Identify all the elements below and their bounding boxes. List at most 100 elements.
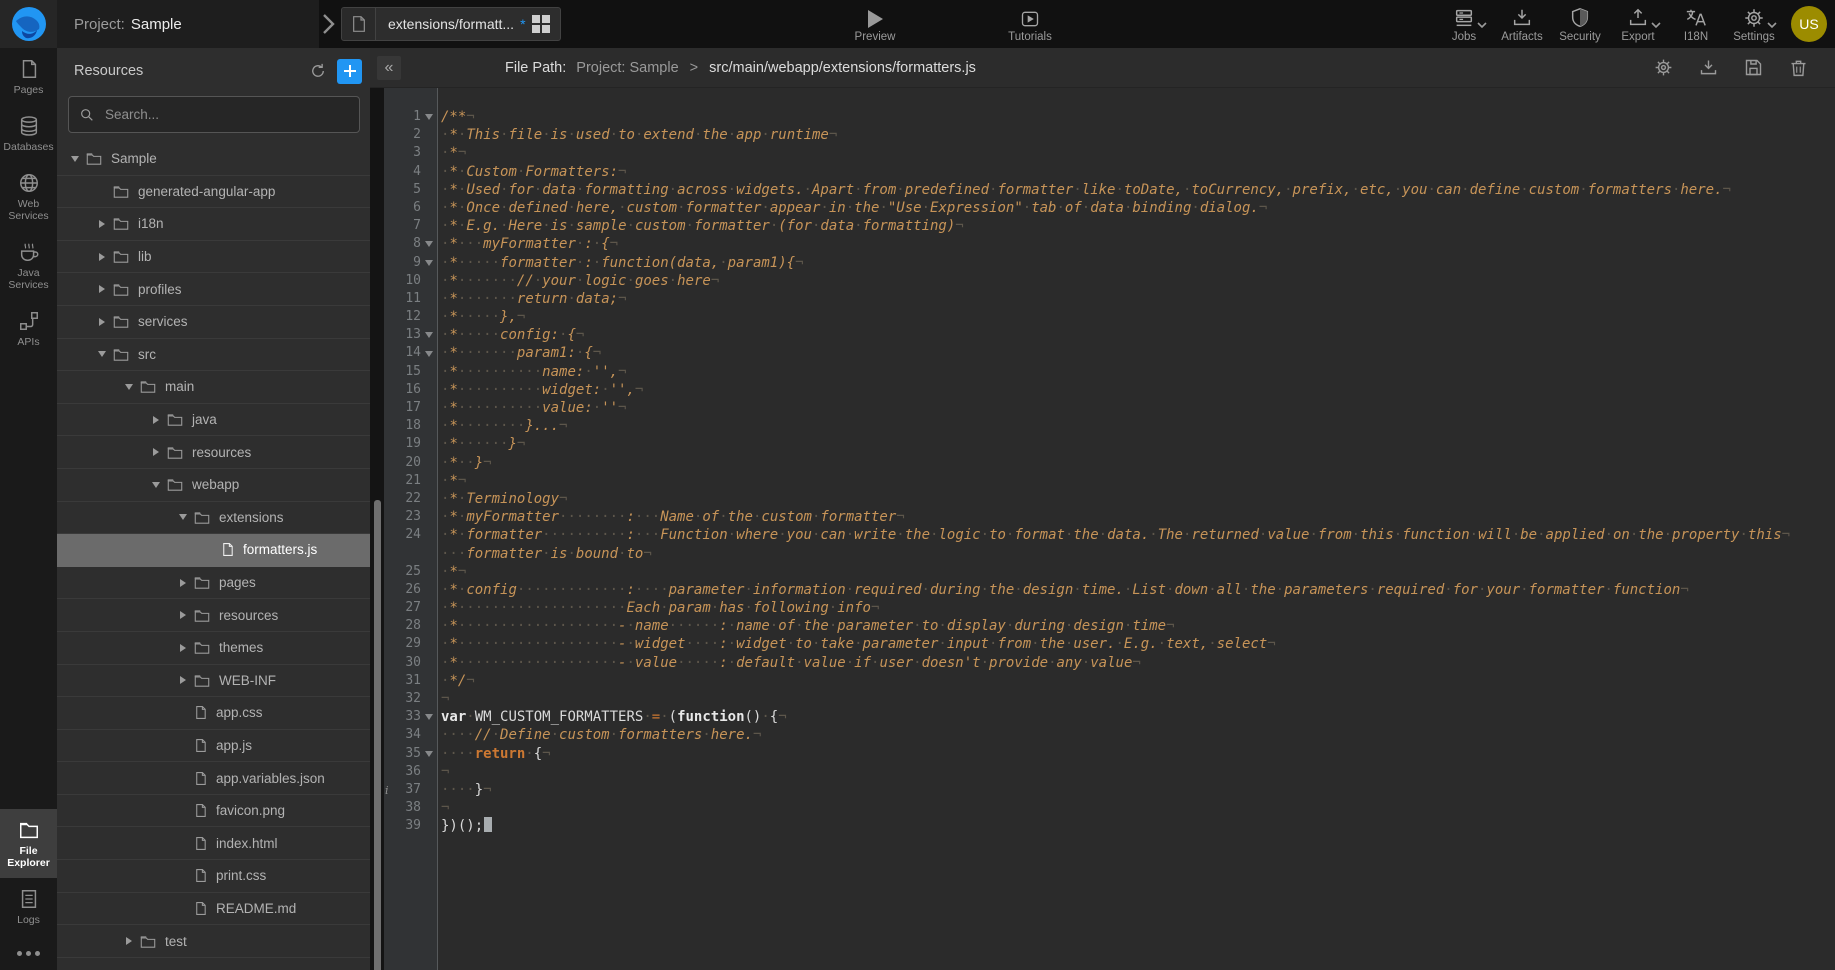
expand-arrow-icon[interactable] xyxy=(120,384,137,390)
code-line[interactable]: ·*·······return·data;¬ xyxy=(441,290,1835,308)
code-line[interactable]: ·*·Terminology¬ xyxy=(441,490,1835,508)
tree-item-formatters.js[interactable]: formatters.js xyxy=(57,534,370,567)
expand-arrow-icon[interactable] xyxy=(93,285,110,293)
topnav-tutorials[interactable]: Tutorials xyxy=(990,0,1070,48)
tree-item-resources[interactable]: resources xyxy=(57,599,370,632)
code-line[interactable]: ···formatter·is·bound·to¬ xyxy=(441,545,1835,563)
expand-arrow-icon[interactable] xyxy=(66,156,83,162)
code-line[interactable]: ·*·config·············:····parameter·inf… xyxy=(441,581,1835,599)
tree-item-profiles[interactable]: profiles xyxy=(57,273,370,306)
code-line[interactable]: ·*···myFormatter·:·{¬ xyxy=(441,235,1835,253)
tree-item-themes[interactable]: themes xyxy=(57,632,370,665)
code-line[interactable]: ·*·E.g.·Here·is·sample·custom·formatter·… xyxy=(441,217,1835,235)
topnav-i18n[interactable]: I18N xyxy=(1667,5,1725,43)
expand-arrow-icon[interactable] xyxy=(93,220,110,228)
fold-toggle-icon[interactable] xyxy=(425,260,433,266)
code-line[interactable]: ····//·Define·custom·formatters·here.¬ xyxy=(441,726,1835,744)
topnav-settings[interactable]: Settings xyxy=(1725,5,1783,43)
topnav-export[interactable]: Export xyxy=(1609,5,1667,43)
code-line[interactable]: ¬ xyxy=(441,690,1835,708)
user-avatar[interactable]: US xyxy=(1791,6,1827,42)
topnav-jobs[interactable]: Jobs xyxy=(1435,5,1493,43)
code-line[interactable]: ·*·Once·defined·here,·custom·formatter·a… xyxy=(441,199,1835,217)
code-line[interactable]: ·*·myFormatter········:···Name·of·the·cu… xyxy=(441,508,1835,526)
code-line[interactable]: ·*··········name:·'',¬ xyxy=(441,363,1835,381)
fold-toggle-icon[interactable] xyxy=(425,714,433,720)
code-line[interactable]: ·*·······//·your·logic·goes·here¬ xyxy=(441,272,1835,290)
code-line[interactable]: ·*······}¬ xyxy=(441,435,1835,453)
topnav-artifacts[interactable]: Artifacts xyxy=(1493,5,1551,43)
fold-toggle-icon[interactable] xyxy=(425,332,433,338)
sidebar-item-file-explorer[interactable]: File Explorer xyxy=(0,809,57,878)
code-line[interactable]: ·*·····config:·{¬ xyxy=(441,326,1835,344)
project-breadcrumb[interactable]: Project: Sample xyxy=(57,0,319,48)
tree-item-java[interactable]: java xyxy=(57,404,370,437)
tree-item-webapp[interactable]: webapp xyxy=(57,469,370,502)
code-line[interactable]: ¬ xyxy=(441,763,1835,781)
tree-item-index.html[interactable]: index.html xyxy=(57,827,370,860)
code-line[interactable]: ·*··········value:·''¬ xyxy=(441,399,1835,417)
download-icon[interactable] xyxy=(1698,57,1719,78)
gear-icon[interactable] xyxy=(1653,57,1674,78)
expand-arrow-icon[interactable] xyxy=(93,351,110,357)
tab-grid-icon[interactable] xyxy=(532,15,550,33)
code-line[interactable]: ¬ xyxy=(441,799,1835,817)
save-icon[interactable] xyxy=(1743,57,1764,78)
tree-item-print.css[interactable]: print.css xyxy=(57,860,370,893)
tree-item-extensions[interactable]: extensions xyxy=(57,502,370,535)
collapse-panel-button[interactable]: « xyxy=(377,56,401,80)
trash-icon[interactable] xyxy=(1788,57,1809,78)
tree-item-resources[interactable]: resources xyxy=(57,436,370,469)
sidebar-item-logs[interactable]: Logs xyxy=(0,878,57,935)
tree-item-generated-angular-app[interactable]: generated-angular-app xyxy=(57,176,370,209)
sidebar-item-web-services[interactable]: Web Services xyxy=(0,162,57,231)
code-line[interactable]: ·*········}...¬ xyxy=(441,417,1835,435)
tree-item-app.variables.json[interactable]: app.variables.json xyxy=(57,762,370,795)
code-line[interactable]: ·*·formatter··········:···Function·where… xyxy=(441,526,1835,544)
expand-arrow-icon[interactable] xyxy=(174,514,191,520)
code-editor[interactable]: /**¬·*·This·file·is·used·to·extend·the·a… xyxy=(438,88,1835,970)
tree-item-i18n[interactable]: i18n xyxy=(57,208,370,241)
code-line[interactable]: ·*···················-·name······:·name·… xyxy=(441,617,1835,635)
scrollbar-thumb[interactable] xyxy=(374,500,381,970)
tree-item-src[interactable]: src xyxy=(57,339,370,372)
code-line[interactable]: ·*·Custom·Formatters:¬ xyxy=(441,163,1835,181)
topnav-security[interactable]: Security xyxy=(1551,5,1609,43)
code-line[interactable]: /**¬ xyxy=(441,108,1835,126)
code-line[interactable]: ·*·This·file·is·used·to·extend·the·app·r… xyxy=(441,126,1835,144)
tree-item-test[interactable]: test xyxy=(57,925,370,958)
tree-item-pages[interactable]: pages xyxy=(57,567,370,600)
sidebar-item-pages[interactable]: Pages xyxy=(0,48,57,105)
expand-arrow-icon[interactable] xyxy=(174,676,191,684)
code-line[interactable]: ·*···················-·widget····:·widge… xyxy=(441,635,1835,653)
tree-scrollbar[interactable] xyxy=(370,88,384,970)
expand-arrow-icon[interactable] xyxy=(147,448,164,456)
tree-item-favicon.png[interactable]: favicon.png xyxy=(57,795,370,828)
code-line[interactable]: ·*·····formatter·:·function(data,·param1… xyxy=(441,254,1835,272)
sidebar-item-java-services[interactable]: Java Services xyxy=(0,231,57,300)
ellipsis-icon[interactable] xyxy=(0,935,57,970)
expand-arrow-icon[interactable] xyxy=(120,937,137,945)
code-line[interactable]: ·*¬ xyxy=(441,144,1835,162)
refresh-icon[interactable] xyxy=(309,62,327,80)
tree-item-readme.md[interactable]: README.md xyxy=(57,893,370,926)
code-line[interactable]: ·*··········widget:·'',¬ xyxy=(441,381,1835,399)
tree-item-sample[interactable]: Sample xyxy=(57,143,370,176)
add-resource-button[interactable] xyxy=(337,59,362,84)
expand-arrow-icon[interactable] xyxy=(93,253,110,261)
fold-toggle-icon[interactable] xyxy=(425,241,433,247)
code-line[interactable]: })(); xyxy=(441,817,1835,835)
code-line[interactable]: ·*·······param1:·{¬ xyxy=(441,344,1835,362)
tree-item-app.css[interactable]: app.css xyxy=(57,697,370,730)
search-input[interactable] xyxy=(103,106,323,123)
search-box[interactable] xyxy=(68,96,360,133)
code-line[interactable]: ·*··}¬ xyxy=(441,454,1835,472)
code-line[interactable]: ·*····················Each·param·has·fol… xyxy=(441,599,1835,617)
expand-arrow-icon[interactable] xyxy=(174,611,191,619)
tree-item-services[interactable]: services xyxy=(57,306,370,339)
sidebar-item-databases[interactable]: Databases xyxy=(0,105,57,162)
code-line[interactable]: ····}¬ xyxy=(441,781,1835,799)
expand-arrow-icon[interactable] xyxy=(147,416,164,424)
fold-toggle-icon[interactable] xyxy=(425,751,433,757)
fold-toggle-icon[interactable] xyxy=(425,351,433,357)
